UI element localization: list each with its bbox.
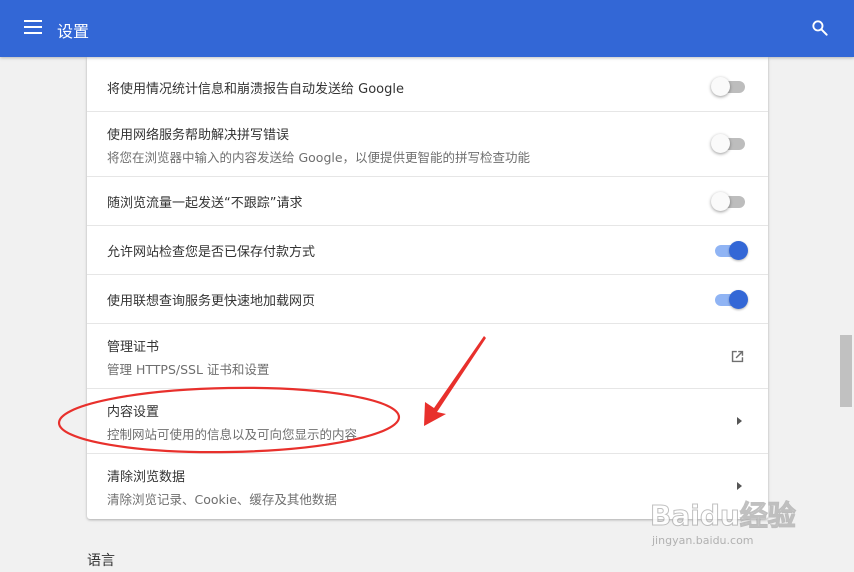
row-title: 内容设置 <box>107 405 160 420</box>
settings-row-manage-certificates[interactable]: 管理证书 管理 HTTPS/SSL 证书和设置 <box>87 324 768 389</box>
spelling-service-toggle[interactable] <box>711 134 746 153</box>
row-title: 使用网络服务帮助解决拼写错误 <box>107 128 290 143</box>
settings-row-content-settings[interactable]: 内容设置 控制网站可使用的信息以及可向您显示的内容 <box>87 389 768 454</box>
chevron-right-icon[interactable] <box>734 480 746 492</box>
usage-stats-toggle[interactable] <box>711 77 746 96</box>
payment-methods-toggle[interactable] <box>712 241 748 260</box>
row-title: 使用联想查询服务更快速地加载网页 <box>107 294 316 309</box>
row-title: 将使用情况统计信息和崩溃报告自动发送给 Google <box>107 82 404 97</box>
search-icon[interactable] <box>810 18 830 38</box>
hamburger-menu-icon[interactable] <box>24 20 42 34</box>
row-subtitle: 将您在浏览器中输入的内容发送给 Google，以便提供更智能的拼写检查功能 <box>107 150 531 165</box>
chevron-right-icon[interactable] <box>734 415 746 427</box>
watermark-main: Baidu经验 <box>650 499 797 533</box>
settings-row-do-not-track[interactable]: 随浏览流量一起发送“不跟踪”请求 <box>87 177 768 226</box>
scrollbar-thumb[interactable] <box>840 335 852 407</box>
open-in-new-icon[interactable] <box>729 348 746 365</box>
row-subtitle: 清除浏览记录、Cookie、缓存及其他数据 <box>107 492 337 507</box>
row-title: 管理证书 <box>107 340 160 355</box>
row-title: 允许网站检查您是否已保存付款方式 <box>107 245 316 260</box>
row-title: 清除浏览数据 <box>107 470 186 485</box>
row-subtitle: 控制网站可使用的信息以及可向您显示的内容 <box>107 427 358 442</box>
top-app-bar: 设置 <box>0 0 854 57</box>
settings-card: 将使用情况统计信息和崩溃报告自动发送给 Google 使用网络服务帮助解决拼写错… <box>87 57 768 519</box>
watermark-sub: jingyan.baidu.com <box>652 534 754 547</box>
row-subtitle: 管理 HTTPS/SSL 证书和设置 <box>107 362 270 377</box>
settings-row-usage-stats[interactable]: 将使用情况统计信息和崩溃报告自动发送给 Google <box>87 57 768 112</box>
settings-row-prediction-service[interactable]: 使用联想查询服务更快速地加载网页 <box>87 275 768 324</box>
section-heading-language: 语言 <box>87 553 115 569</box>
scrollbar-track[interactable] <box>838 57 854 572</box>
settings-row-spelling[interactable]: 使用网络服务帮助解决拼写错误 将您在浏览器中输入的内容发送给 Google，以便… <box>87 112 768 177</box>
baidu-watermark: Baidu经验 jingyan.baidu.com <box>650 494 797 548</box>
do-not-track-toggle[interactable] <box>711 192 746 211</box>
row-title: 随浏览流量一起发送“不跟踪”请求 <box>107 196 303 211</box>
settings-row-payment-methods[interactable]: 允许网站检查您是否已保存付款方式 <box>87 226 768 275</box>
prediction-service-toggle[interactable] <box>712 290 748 309</box>
page-title: 设置 <box>57 22 90 41</box>
